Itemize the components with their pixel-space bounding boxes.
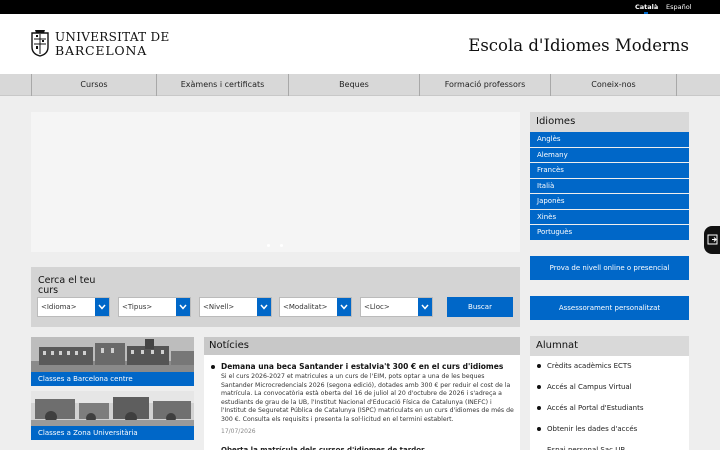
language-catala-link[interactable]: Català (635, 3, 658, 11)
idioma-link-alemany[interactable]: Alemany (530, 147, 689, 162)
alumnat-panel-title: Alumnat (530, 336, 689, 356)
photo-caption-zona-universitaria[interactable]: Classes a Zona Universitària (31, 426, 194, 440)
building-photo-image (31, 337, 194, 372)
search-button[interactable]: Buscar (447, 297, 513, 317)
campus-photo-image (31, 391, 194, 426)
course-search-title: Cerca el teu curs (38, 275, 96, 296)
side-share-tab[interactable] (704, 226, 720, 254)
top-language-bar: Català Español (0, 0, 720, 14)
nav-item-examens[interactable]: Exàmens i certificats (156, 74, 288, 96)
idioma-link-japones[interactable]: Japonès (530, 194, 689, 209)
idiomes-panel-title: Idiomes (530, 112, 689, 132)
main-nav: Cursos Exàmens i certificats Beques Form… (0, 74, 720, 96)
select-tipus-value: <Tipus> (122, 303, 153, 311)
prova-nivell-button[interactable]: Prova de nivell online o presencial (530, 256, 689, 280)
select-lloc-value: <Lloc> (364, 303, 390, 311)
chevron-down-icon (257, 298, 271, 316)
nav-item-coneix-nos[interactable]: Coneix-nos (550, 74, 676, 96)
logo-text-line1: UNIVERSITAT DE (55, 30, 170, 44)
list-bullet-icon (537, 364, 541, 368)
photo-barcelona-centre[interactable]: Classes a Barcelona centre (31, 337, 194, 386)
chevron-down-icon (418, 298, 432, 316)
select-modalitat[interactable]: <Modalitat> (279, 297, 352, 317)
slider-dot[interactable] (280, 244, 283, 247)
select-lloc[interactable]: <Lloc> (360, 297, 433, 317)
alumnat-link-dades-acces[interactable]: Obtenir les dades d'accés (547, 425, 637, 433)
nav-item-beques[interactable]: Beques (288, 74, 419, 96)
nav-item-cursos[interactable]: Cursos (31, 74, 156, 96)
select-idioma[interactable]: <Idioma> (37, 297, 110, 317)
idioma-link-portugues[interactable]: Portuguès (530, 225, 689, 240)
idioma-link-xines[interactable]: Xinès (530, 209, 689, 224)
alumnat-link-ects[interactable]: Crèdits acadèmics ECTS (547, 362, 632, 370)
chevron-down-icon (337, 298, 351, 316)
ub-logo[interactable]: UNIVERSITAT DE BARCELONA (30, 29, 169, 59)
slider-dot[interactable] (267, 244, 270, 247)
university-seal-icon (31, 30, 49, 57)
list-bullet-icon (537, 406, 541, 410)
news-panel-title: Notícies (204, 337, 520, 355)
assessorament-button[interactable]: Assessorament personalitzat (530, 296, 689, 320)
news-item-body: Si el curs 2026-2027 et matricules a un … (221, 373, 514, 423)
idioma-link-italia[interactable]: Italià (530, 178, 689, 193)
hero-slider[interactable] (31, 112, 520, 252)
course-search-panel: Cerca el teu curs <Idioma> <Tipus> <Nive… (31, 267, 520, 327)
select-nivell-value: <Nivell> (203, 303, 235, 311)
list-bullet-icon (537, 427, 541, 431)
open-external-icon (707, 234, 718, 245)
photo-zona-universitaria[interactable]: Classes a Zona Universitària (31, 391, 194, 440)
nav-divider (676, 74, 677, 96)
photo-caption-barcelona-centre[interactable]: Classes a Barcelona centre (31, 372, 194, 386)
chevron-down-icon (95, 298, 109, 316)
alumnat-link-portal-estudiants[interactable]: Accés al Portal d'Estudiants (547, 404, 643, 412)
select-idioma-value: <Idioma> (41, 303, 77, 311)
site-header: UNIVERSITAT DE BARCELONA Escola d'Idiome… (0, 14, 720, 74)
chevron-down-icon (176, 298, 190, 316)
list-bullet-icon (537, 385, 541, 389)
news-item-headline[interactable]: Demana una beca Santander i estalvia't 3… (221, 362, 503, 371)
logo-text-line2: BARCELONA (55, 43, 148, 58)
alumnat-link-espai-personal[interactable]: Espai personal Sac UB (547, 446, 625, 450)
news-bullet-icon (211, 365, 215, 369)
idioma-link-angles[interactable]: Anglès (530, 132, 689, 147)
alumnat-link-campus-virtual[interactable]: Accés al Campus Virtual (547, 383, 632, 391)
site-title[interactable]: Escola d'Idiomes Moderns (468, 36, 689, 55)
language-espanol-link[interactable]: Español (666, 3, 692, 11)
news-item-date: 17/07/2026 (221, 428, 256, 435)
idioma-link-frances[interactable]: Francès (530, 163, 689, 178)
news-item-next-headline[interactable]: Oberta la matrícula dels cursos d'idiome… (221, 446, 451, 450)
select-modalitat-value: <Modalitat> (283, 303, 328, 311)
select-nivell[interactable]: <Nivell> (199, 297, 272, 317)
select-tipus[interactable]: <Tipus> (118, 297, 191, 317)
nav-item-formacio[interactable]: Formació professors (419, 74, 550, 96)
